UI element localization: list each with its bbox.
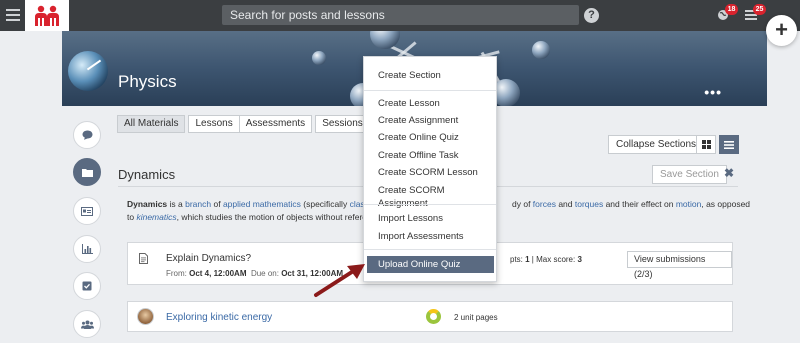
course-title: Physics	[118, 72, 177, 91]
notifications-button[interactable]: 18	[717, 4, 738, 21]
sidebar-materials[interactable]	[73, 158, 101, 186]
menu-divider	[364, 249, 496, 250]
desc-text: is a	[167, 199, 186, 209]
lesson-thumbnail	[137, 308, 154, 325]
document-icon	[139, 253, 148, 264]
desc-term: Dynamics	[127, 199, 168, 209]
menu-divider	[364, 204, 496, 205]
desc-text: and	[555, 199, 575, 209]
menu-item-create-assignment[interactable]: Create Assignment	[364, 114, 496, 127]
bar-chart-icon	[81, 244, 93, 254]
from-date: Oct 4, 12:00AM	[189, 269, 247, 278]
comment-icon	[82, 130, 92, 140]
assignment-stats: pts: 1 | Max score: 3	[510, 255, 582, 264]
menu-item-create-scorm-lesson[interactable]: Create SCORM Lesson	[364, 166, 496, 179]
add-button[interactable]: +	[766, 15, 797, 46]
sidebar-members[interactable]	[73, 310, 101, 338]
section-title: Dynamics	[118, 167, 176, 182]
course-avatar	[68, 51, 108, 91]
more-options-icon[interactable]: •••	[704, 85, 722, 99]
desc-text: and their effect on	[603, 199, 676, 209]
material-tabs: All Materials Lessons Assessments Sessio…	[117, 115, 370, 133]
desc-text: of	[211, 199, 223, 209]
desc-line2: to kinematics, which studies the motion …	[127, 211, 372, 224]
lesson-title-link[interactable]: Exploring kinetic energy	[166, 312, 272, 323]
desc-text: , as opposed	[701, 199, 751, 209]
save-section-button[interactable]: Save Section	[652, 165, 727, 184]
desc-text: , which studies the motion of objects wi…	[176, 212, 372, 222]
max-score-label: | Max score:	[529, 255, 578, 264]
sidebar-gradebook[interactable]	[73, 197, 101, 225]
menu-item-create-online-quiz[interactable]: Create Online Quiz	[364, 131, 496, 144]
pointer-arrow-icon	[314, 264, 365, 297]
due-label: Due on:	[250, 269, 279, 278]
search-input[interactable]: Search for posts and lessons	[222, 5, 579, 25]
attempts-label: pts:	[510, 255, 526, 264]
menu-item-create-lesson[interactable]: Create Lesson	[364, 97, 496, 110]
grid-icon	[701, 140, 711, 149]
lesson-card[interactable]: Exploring kinetic energy 2 unit pages	[127, 301, 733, 332]
tab-assessments[interactable]: Assessments	[238, 115, 313, 133]
menu-item-create-offline-task[interactable]: Create Offline Task	[364, 149, 496, 162]
help-icon[interactable]: ?	[584, 8, 599, 23]
collapse-sections-button[interactable]: Collapse Sections	[608, 135, 705, 154]
desc-line1: Dynamics is a branch of applied mathemat…	[127, 199, 380, 209]
list-icon	[724, 140, 734, 149]
menu-item-create-scorm-assignment[interactable]: Create SCORM Assignment	[364, 184, 496, 210]
desc-text: (specifically	[300, 199, 350, 209]
molecule-sphere	[312, 51, 326, 65]
menu-icon[interactable]	[6, 9, 20, 21]
list-view-button[interactable]	[719, 135, 739, 154]
view-submissions-button[interactable]: View submissions (2/3)	[627, 251, 732, 279]
desc-link[interactable]: applied mathematics	[223, 199, 301, 209]
sidebar-updates[interactable]	[73, 121, 101, 149]
add-materials-menu: Create Section Create Lesson Create Assi…	[363, 56, 497, 282]
menu-item-create-section[interactable]: Create Section	[364, 69, 496, 82]
desc-link[interactable]: kinematics	[136, 212, 176, 222]
sidebar-attendance[interactable]	[73, 272, 101, 300]
notifications-badge: 18	[725, 4, 738, 15]
desc-text: dy of	[512, 199, 533, 209]
checkbox-icon	[82, 281, 92, 291]
desc-link[interactable]: branch	[185, 199, 211, 209]
assignment-title[interactable]: Explain Dynamics?	[166, 253, 251, 264]
unit-pages-count: 2 unit pages	[454, 313, 498, 322]
messages-button[interactable]: 25	[745, 4, 766, 21]
top-bar: Search for posts and lessons ? 18 25	[0, 0, 800, 31]
desc-link[interactable]: motion	[676, 199, 702, 209]
users-icon	[80, 320, 94, 329]
menu-item-import-assessments[interactable]: Import Assessments	[364, 230, 496, 243]
tab-lessons[interactable]: Lessons	[188, 115, 240, 133]
tab-sessions[interactable]: Sessions	[315, 115, 370, 133]
menu-divider	[364, 90, 496, 91]
molecule-sphere	[532, 41, 550, 59]
tab-all-materials[interactable]: All Materials	[117, 115, 186, 133]
logo[interactable]	[25, 0, 69, 31]
progress-ring-icon	[426, 309, 441, 324]
desc-link[interactable]: torques	[575, 199, 603, 209]
max-score-value: 3	[577, 255, 582, 264]
menu-item-import-lessons[interactable]: Import Lessons	[364, 212, 496, 225]
close-icon[interactable]: ✖	[724, 166, 734, 180]
id-card-icon	[81, 206, 93, 216]
logo-icon	[35, 5, 59, 26]
sidebar-analytics[interactable]	[73, 235, 101, 263]
grid-view-button[interactable]	[696, 135, 716, 154]
desc-link[interactable]: forces	[533, 199, 556, 209]
desc-line1-right: dy of forces and torques and their effec…	[512, 198, 750, 211]
menu-item-upload-online-quiz[interactable]: Upload Online Quiz	[367, 256, 494, 273]
messages-badge: 25	[753, 4, 766, 15]
folder-icon	[81, 168, 93, 177]
from-label: From:	[166, 269, 187, 278]
